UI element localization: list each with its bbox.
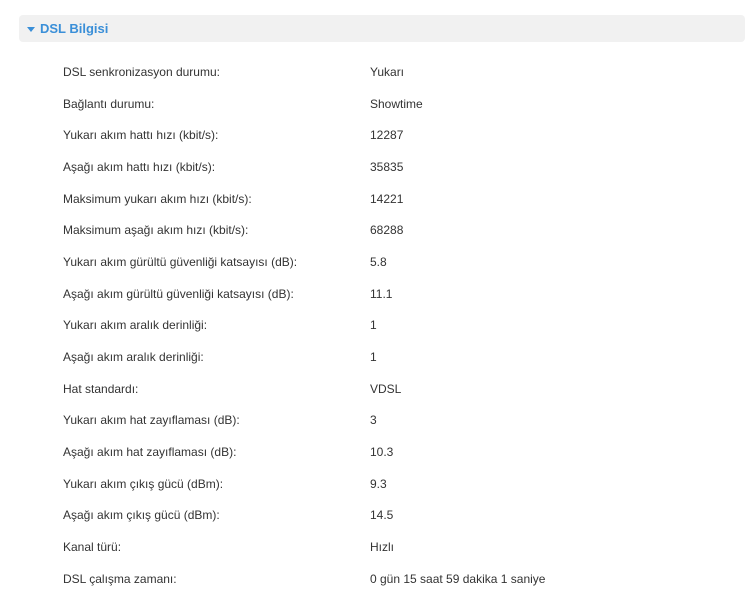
row-label: Hat standardı: [63,381,139,396]
row-label: Maksimum aşağı akım hızı (kbit/s): [63,223,249,238]
info-row-downstream-output-power: Aşağı akım çıkış gücü (dBm): 14.5 [63,500,723,532]
row-label: Aşağı akım aralık derinliği: [63,350,204,365]
row-label: Yukarı akım hattı hızı (kbit/s): [63,128,219,143]
row-label: DSL çalışma zamanı: [63,571,177,586]
info-row-max-upstream-rate: Maksimum yukarı akım hızı (kbit/s): 1422… [63,183,723,215]
info-row-sync-status: DSL senkronizasyon durumu: Yukarı [63,56,723,88]
section-title: DSL Bilgisi [40,21,109,36]
info-row-upstream-output-power: Yukarı akım çıkış gücü (dBm): 9.3 [63,468,723,500]
row-label: Aşağı akım gürültü güvenliği katsayısı (… [63,286,294,301]
caret-down-icon [27,27,35,32]
row-value: 14.5 [370,508,394,523]
info-row-upstream-noise-margin: Yukarı akım gürültü güvenliği katsayısı … [63,246,723,278]
row-label: Bağlantı durumu: [63,96,155,111]
row-value: 12287 [370,128,404,143]
info-row-downstream-attenuation: Aşağı akım hat zayıflaması (dB): 10.3 [63,436,723,468]
info-row-downstream-noise-margin: Aşağı akım gürültü güvenliği katsayısı (… [63,278,723,310]
info-row-dsl-uptime: DSL çalışma zamanı: 0 gün 15 saat 59 dak… [63,563,723,595]
info-row-line-standard: Hat standardı: VDSL [63,373,723,405]
row-label: Kanal türü: [63,540,122,555]
row-value: 35835 [370,159,404,174]
dsl-info-section-header[interactable]: DSL Bilgisi [19,15,745,42]
row-label: Yukarı akım hat zayıflaması (dB): [63,413,240,428]
info-row-max-downstream-rate: Maksimum aşağı akım hızı (kbit/s): 68288 [63,214,723,246]
row-label: Aşağı akım hat zayıflaması (dB): [63,445,237,460]
dsl-info-table: DSL senkronizasyon durumu: Yukarı Bağlan… [63,56,723,595]
row-label: Aşağı akım hattı hızı (kbit/s): [63,159,216,174]
row-value: Hızlı [370,540,394,555]
row-value: Yukarı [370,64,405,79]
row-label: Yukarı akım gürültü güvenliği katsayısı … [63,254,298,269]
row-value: VDSL [370,381,402,396]
row-value: 68288 [370,223,404,238]
row-label: DSL senkronizasyon durumu: [63,64,220,79]
info-row-downstream-interleave-depth: Aşağı akım aralık derinliği: 1 [63,341,723,373]
info-row-upstream-attenuation: Yukarı akım hat zayıflaması (dB): 3 [63,405,723,437]
row-label: Yukarı akım çıkış gücü (dBm): [63,476,224,491]
row-label: Aşağı akım çıkış gücü (dBm): [63,508,220,523]
row-value: 1 [370,318,377,333]
row-value: 1 [370,350,377,365]
row-value: 14221 [370,191,404,206]
info-row-upstream-interleave-depth: Yukarı akım aralık derinliği: 1 [63,310,723,342]
info-row-connection-status: Bağlantı durumu: Showtime [63,88,723,120]
row-value: 5.8 [370,254,387,269]
row-label: Yukarı akım aralık derinliği: [63,318,208,333]
info-row-channel-type: Kanal türü: Hızlı [63,531,723,563]
row-value: 11.1 [370,286,393,301]
row-value: 10.3 [370,445,394,460]
info-row-upstream-rate: Yukarı akım hattı hızı (kbit/s): 12287 [63,119,723,151]
row-value: 0 gün 15 saat 59 dakika 1 saniye [370,571,546,586]
row-value: 9.3 [370,476,387,491]
row-label: Maksimum yukarı akım hızı (kbit/s): [63,191,252,206]
row-value: 3 [370,413,377,428]
info-row-downstream-rate: Aşağı akım hattı hızı (kbit/s): 35835 [63,151,723,183]
row-value: Showtime [370,96,423,111]
